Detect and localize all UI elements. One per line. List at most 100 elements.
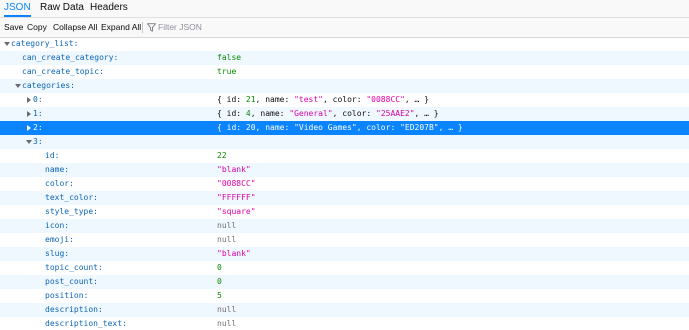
- tree-row[interactable]: post_count: 0: [0, 275, 689, 289]
- preview-key: color:: [366, 123, 401, 132]
- expand-all-button[interactable]: Expand All: [101, 18, 141, 37]
- tree-value: null: [217, 319, 237, 328]
- tree-row[interactable]: text_color: "FFFFFF": [0, 191, 689, 205]
- preview-punct: {: [217, 123, 227, 132]
- chevron-right-icon[interactable]: [25, 96, 33, 104]
- tree-value: "blank": [217, 165, 251, 174]
- tree-row[interactable]: id: 22: [0, 149, 689, 163]
- tree-row[interactable]: slug: "blank": [0, 247, 689, 261]
- chevron-down-icon[interactable]: [25, 138, 33, 146]
- tree-key: position:: [45, 291, 89, 300]
- collapse-all-button[interactable]: Collapse All: [53, 18, 97, 37]
- preview-punct: ,: [255, 123, 266, 132]
- preview-string: "General": [289, 109, 333, 118]
- tree-row[interactable]: topic_count: 0: [0, 261, 689, 275]
- preview-punct: {: [217, 109, 227, 118]
- tree-key: style_type:: [45, 207, 98, 216]
- tree-key: can_create_topic:: [22, 67, 104, 76]
- chevron-down-icon[interactable]: [14, 82, 22, 90]
- toolbar: Save Copy Collapse All Expand All Filter…: [0, 17, 689, 38]
- tree-row-category-2[interactable]: 2: { id: 20, name: "Video Games", color:…: [0, 121, 689, 135]
- preview-key: color:: [342, 109, 376, 118]
- tree-value: false: [217, 53, 242, 62]
- preview-string: "ED207B": [400, 123, 439, 132]
- tree-key: 0:: [33, 95, 43, 104]
- chevron-right-icon[interactable]: [25, 124, 33, 132]
- tree-row[interactable]: description: null: [0, 303, 689, 317]
- tree-key: description:: [45, 305, 103, 314]
- tree-row[interactable]: can_create_category: false: [0, 51, 689, 65]
- preview-string: "Video Games": [294, 123, 357, 132]
- tree-value: "blank": [217, 249, 251, 258]
- tree-row[interactable]: emoji: null: [0, 233, 689, 247]
- tree-row[interactable]: name: "blank": [0, 163, 689, 177]
- preview-punct: ,: [332, 109, 343, 118]
- tree-row-category-0[interactable]: 0: { id: 21, name: "test", color: "0088C…: [0, 93, 689, 107]
- tree-row-category-list[interactable]: category_list:: [0, 37, 689, 51]
- preview-number: 21: [245, 95, 256, 104]
- tree-value-preview: { id: 21, name: "test", color: "0088CC",…: [217, 93, 429, 107]
- filter-icon: [147, 23, 156, 32]
- tree-value: 5: [217, 291, 222, 300]
- tree-key: post_count:: [45, 277, 98, 286]
- tree-key: name:: [45, 165, 70, 174]
- preview-key: name:: [260, 109, 290, 118]
- tree-value: "FFFFFF": [217, 193, 256, 202]
- tree-value: 0: [217, 277, 222, 286]
- tree-value: 22: [217, 151, 227, 160]
- toolbar-separator: [142, 22, 143, 33]
- tab-json[interactable]: JSON: [4, 0, 31, 17]
- preview-key: color:: [332, 95, 367, 104]
- tree-key: emoji:: [45, 235, 74, 244]
- preview-string: "test": [294, 95, 323, 104]
- tree-value-preview: { id: 20, name: "Video Games", color: "E…: [217, 121, 463, 135]
- preview-key: id:: [226, 123, 246, 132]
- save-button[interactable]: Save: [4, 18, 23, 37]
- tree-key: categories:: [22, 81, 75, 90]
- tree-row-category-1[interactable]: 1: { id: 4, name: "General", color: "25A…: [0, 107, 689, 121]
- preview-string: "25AAE2": [376, 109, 415, 118]
- tree-row-category-3[interactable]: 3:: [0, 135, 689, 149]
- tree-value: true: [217, 67, 237, 76]
- preview-key: name:: [265, 123, 295, 132]
- tree-value: null: [217, 305, 237, 314]
- tree-row[interactable]: description_text: null: [0, 317, 689, 330]
- tree-key: 3:: [33, 137, 43, 146]
- json-tree: category_list: can_create_category: fals…: [0, 37, 689, 330]
- preview-key: name:: [265, 95, 295, 104]
- preview-punct: ,: [250, 109, 261, 118]
- tree-row[interactable]: style_type: "square": [0, 205, 689, 219]
- preview-string: "0088CC": [366, 95, 405, 104]
- tree-key: topic_count:: [45, 263, 103, 272]
- tree-key: can_create_category:: [22, 53, 119, 62]
- tree-row-categories[interactable]: categories:: [0, 79, 689, 93]
- tree-value: "square": [217, 207, 256, 216]
- tree-key: id:: [45, 151, 60, 160]
- chevron-right-icon[interactable]: [25, 110, 33, 118]
- chevron-down-icon[interactable]: [3, 40, 11, 48]
- tree-key: slug:: [45, 249, 70, 258]
- tree-value: "0088CC": [217, 179, 256, 188]
- tree-row[interactable]: color: "0088CC": [0, 177, 689, 191]
- tree-key: text_color:: [45, 193, 98, 202]
- tree-row[interactable]: can_create_topic: true: [0, 65, 689, 79]
- copy-button[interactable]: Copy: [27, 18, 47, 37]
- tree-key: 1:: [33, 109, 43, 118]
- preview-punct: , … }: [414, 109, 439, 118]
- tree-row[interactable]: position: 5: [0, 289, 689, 303]
- tree-key: category_list:: [11, 39, 79, 48]
- tab-headers[interactable]: Headers: [90, 0, 128, 15]
- tab-bar: JSON Raw Data Headers: [0, 0, 689, 17]
- tree-value: null: [217, 235, 237, 244]
- tab-raw-data[interactable]: Raw Data: [40, 0, 84, 15]
- tree-value: 0: [217, 263, 222, 272]
- preview-punct: , … }: [404, 95, 429, 104]
- preview-punct: ,: [255, 95, 266, 104]
- preview-number: 20: [245, 123, 256, 132]
- preview-punct: , … }: [438, 123, 463, 132]
- filter-json-input[interactable]: Filter JSON: [158, 18, 202, 37]
- tree-key: icon:: [45, 221, 70, 230]
- tree-value-preview: { id: 4, name: "General", color: "25AAE2…: [217, 107, 439, 121]
- tree-value: null: [217, 221, 237, 230]
- tree-row[interactable]: icon: null: [0, 219, 689, 233]
